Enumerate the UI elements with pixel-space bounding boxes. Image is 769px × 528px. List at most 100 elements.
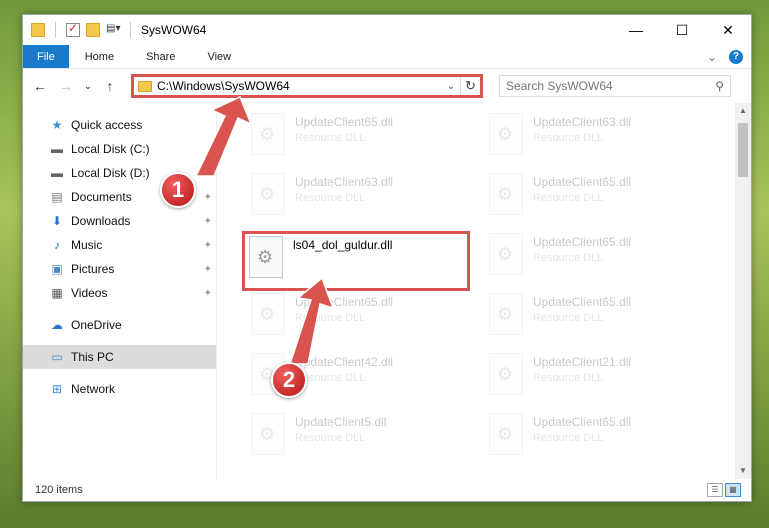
- forward-button[interactable]: →: [55, 75, 77, 97]
- sidebar-item-label: Quick access: [71, 118, 143, 132]
- file-type: Resource DLL: [533, 132, 604, 144]
- file-item[interactable]: UpdateClient65.dll Resource DLL: [489, 413, 719, 465]
- sidebar-item-quick-access[interactable]: ★ Quick access: [23, 113, 216, 137]
- file-item[interactable]: UpdateClient65.dll Resource DLL: [489, 293, 719, 345]
- scroll-up-icon[interactable]: ▲: [735, 103, 751, 119]
- file-name: UpdateClient65.dll: [295, 295, 394, 309]
- dll-file-icon: [251, 173, 285, 215]
- navigation-pane: ★ Quick access ▬ Local Disk (C:) ▬ Local…: [23, 103, 217, 479]
- quick-access-toolbar: ▤▾: [23, 21, 135, 38]
- details-view-icon[interactable]: ☰: [707, 483, 723, 497]
- title-bar: ▤▾ SysWOW64 — ☐ ✕: [23, 15, 751, 45]
- back-button[interactable]: ←: [29, 75, 51, 97]
- pictures-icon: ▣: [51, 262, 63, 276]
- pin-icon[interactable]: ✦: [204, 264, 212, 275]
- pin-icon[interactable]: ✦: [204, 288, 212, 299]
- file-type: Resource DLL: [533, 192, 604, 204]
- file-name: UpdateClient65.dll: [295, 115, 394, 129]
- toolbar-divider: [55, 22, 56, 38]
- file-type: Resource DLL: [533, 252, 604, 264]
- vertical-scrollbar[interactable]: ▲ ▼: [735, 103, 751, 479]
- scroll-down-icon[interactable]: ▼: [735, 463, 751, 479]
- sidebar-item-this-pc[interactable]: ▭ This PC: [23, 345, 216, 369]
- recent-locations-button[interactable]: ⌄: [81, 75, 95, 97]
- file-item[interactable]: UpdateClient65.dll Resource DLL: [251, 113, 481, 165]
- file-item[interactable]: UpdateClient65.dll Resource DLL: [251, 293, 481, 345]
- up-button[interactable]: ↑: [99, 75, 121, 97]
- pin-icon[interactable]: ✦: [204, 240, 212, 251]
- file-name: UpdateClient65.dll: [533, 235, 632, 249]
- file-type: Resource DLL: [295, 192, 366, 204]
- computer-icon: ▭: [51, 350, 63, 364]
- sidebar-item-network[interactable]: ⊞ Network: [23, 377, 216, 401]
- dll-file-icon: [251, 413, 285, 455]
- file-name: ls04_dol_guldur.dll: [293, 238, 393, 252]
- dll-file-icon: [251, 293, 285, 335]
- address-dropdown-icon[interactable]: ⌄: [442, 81, 460, 92]
- tab-view[interactable]: View: [191, 45, 247, 68]
- sidebar-item-downloads[interactable]: ⬇ Downloads ✦: [23, 209, 216, 233]
- file-item[interactable]: UpdateClient65.dll Resource DLL: [489, 173, 719, 225]
- file-name: UpdateClient21.dll: [533, 355, 632, 369]
- window-controls: — ☐ ✕: [613, 15, 751, 45]
- file-item[interactable]: UpdateClient21.dll Resource DLL: [489, 353, 719, 405]
- file-type: Resource DLL: [295, 132, 366, 144]
- refresh-button[interactable]: ↻: [460, 77, 480, 95]
- scroll-thumb[interactable]: [738, 123, 748, 177]
- file-name: UpdateClient65.dll: [533, 415, 632, 429]
- file-item[interactable]: UpdateClient63.dll Resource DLL: [489, 113, 719, 165]
- file-name: UpdateClient5.dll: [295, 415, 387, 429]
- dll-file-icon: [489, 173, 523, 215]
- main-body: ★ Quick access ▬ Local Disk (C:) ▬ Local…: [23, 103, 751, 479]
- dll-file-icon: [489, 353, 523, 395]
- tab-file[interactable]: File: [23, 45, 69, 68]
- sidebar-item-pictures[interactable]: ▣ Pictures ✦: [23, 257, 216, 281]
- sidebar-item-label: This PC: [71, 350, 114, 364]
- pin-icon[interactable]: ✦: [204, 168, 212, 179]
- file-type: Resource DLL: [295, 372, 366, 384]
- sidebar-item-videos[interactable]: ▦ Videos ✦: [23, 281, 216, 305]
- folder-icon: [138, 80, 152, 92]
- toolbar-divider: [130, 22, 131, 38]
- ribbon-tabs: File Home Share View ⌄ ?: [23, 45, 751, 69]
- new-folder-icon[interactable]: [86, 23, 100, 37]
- properties-icon[interactable]: [66, 21, 80, 37]
- search-box[interactable]: ⚲: [499, 75, 731, 97]
- search-icon[interactable]: ⚲: [715, 79, 724, 93]
- folder-icon[interactable]: [31, 23, 45, 37]
- tab-home[interactable]: Home: [69, 45, 130, 68]
- file-item[interactable]: UpdateClient65.dll Resource DLL: [489, 233, 719, 285]
- item-count: 120 items: [35, 484, 83, 496]
- sidebar-item-local-disk-c[interactable]: ▬ Local Disk (C:): [23, 137, 216, 161]
- music-icon: ♪: [54, 238, 60, 252]
- search-input[interactable]: [506, 79, 716, 93]
- customize-toolbar-icon[interactable]: ▤▾: [106, 23, 120, 37]
- expand-ribbon-icon[interactable]: ⌄: [707, 50, 717, 64]
- sidebar-item-onedrive[interactable]: ☁ OneDrive: [23, 313, 216, 337]
- step-2-badge: 2: [271, 362, 307, 398]
- documents-icon: ▤: [51, 190, 63, 204]
- pin-icon[interactable]: ✦: [204, 216, 212, 227]
- file-item[interactable]: UpdateClient5.dll Resource DLL: [251, 413, 481, 465]
- sidebar-item-label: Local Disk (D:): [71, 166, 150, 180]
- address-bar[interactable]: C:\Windows\SysWOW64 ⌄ ↻: [131, 74, 483, 98]
- explorer-window: ▤▾ SysWOW64 — ☐ ✕ File Home Share View ⌄…: [22, 14, 752, 502]
- address-path[interactable]: C:\Windows\SysWOW64: [157, 79, 442, 93]
- window-title: SysWOW64: [141, 23, 207, 37]
- maximize-button[interactable]: ☐: [659, 15, 705, 45]
- file-type: Resource DLL: [533, 432, 604, 444]
- close-button[interactable]: ✕: [705, 15, 751, 45]
- pin-icon[interactable]: ✦: [204, 192, 212, 203]
- file-item[interactable]: UpdateClient63.dll Resource DLL: [251, 173, 481, 225]
- tiles-view-icon[interactable]: ▦: [725, 483, 741, 497]
- sidebar-item-label: Videos: [71, 286, 108, 300]
- sidebar-item-label: Local Disk (C:): [71, 142, 150, 156]
- tab-share[interactable]: Share: [130, 45, 191, 68]
- minimize-button[interactable]: —: [613, 15, 659, 45]
- file-name: UpdateClient65.dll: [533, 295, 632, 309]
- sidebar-item-label: OneDrive: [71, 318, 122, 332]
- target-dll-file[interactable]: ls04_dol_guldur.dll: [242, 231, 470, 291]
- sidebar-item-music[interactable]: ♪ Music ✦: [23, 233, 216, 257]
- help-icon[interactable]: ?: [729, 49, 743, 64]
